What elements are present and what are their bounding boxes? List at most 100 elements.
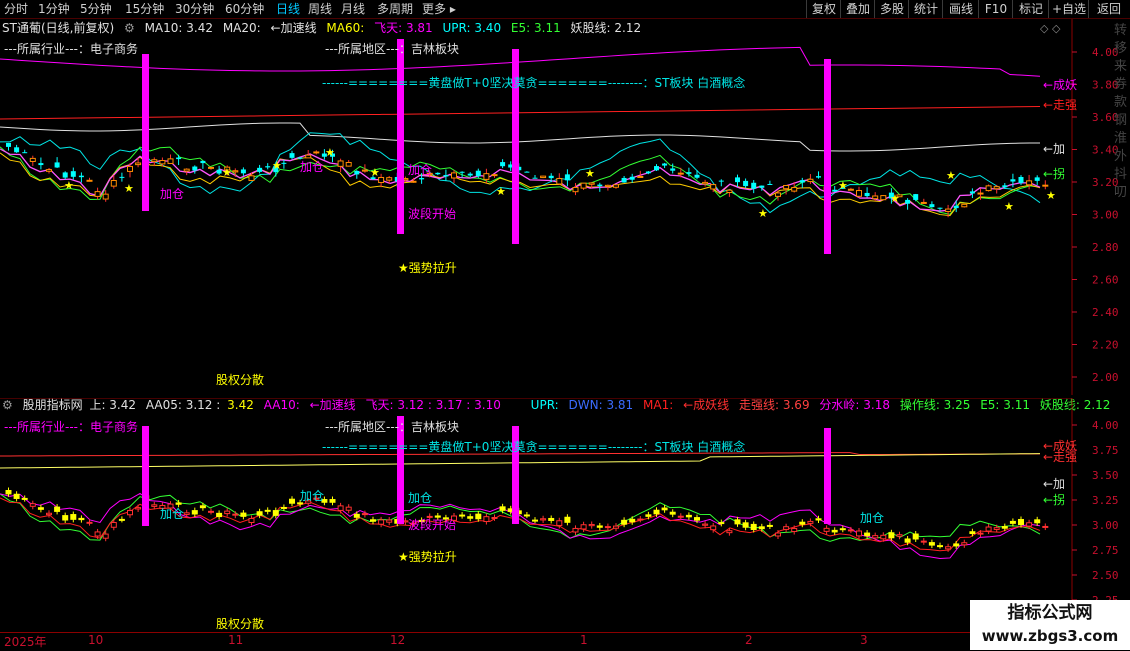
- candle-body-up: [588, 182, 595, 185]
- candle-body-down: [597, 184, 603, 187]
- candle-body-up: [483, 173, 490, 180]
- sub-candle-body: [669, 511, 676, 515]
- sub-candle-body: [459, 514, 466, 517]
- candle-body-up: [159, 160, 166, 165]
- sub-candle-body: [248, 517, 255, 523]
- sub-candle-body: [86, 521, 93, 524]
- sub-boduan-label: 波段开始: [408, 518, 457, 532]
- sub-candle-body: [710, 525, 717, 531]
- jiacang-label-2: 加仓: [300, 160, 325, 174]
- period-tab-15min[interactable]: 15分钟: [125, 2, 164, 16]
- yaxis-label: 3.00: [1092, 209, 1119, 222]
- sub-candle-body: [483, 516, 490, 523]
- upr-line: [0, 132, 1041, 214]
- candle-body-up: [94, 191, 101, 197]
- candle-body-down: [14, 147, 20, 153]
- candle-body-down: [718, 180, 724, 182]
- sub-candle-body: [1009, 520, 1016, 524]
- jiacang-label: 加仓: [160, 187, 185, 201]
- sub-candle-body: [653, 509, 660, 515]
- watermark-url: www.zbgs3.com: [981, 627, 1119, 645]
- candle-body-down: [832, 189, 838, 192]
- candle-body-down: [216, 169, 222, 174]
- statistics-button[interactable]: 统计: [908, 0, 943, 18]
- sub-candle-body: [191, 510, 198, 515]
- candle-body-down: [22, 152, 28, 154]
- period-tab-5min[interactable]: 5分钟: [80, 2, 112, 16]
- candle-body-down: [735, 177, 740, 183]
- sub-candle-body: [823, 527, 830, 532]
- candle-body-down: [524, 171, 530, 173]
- multi-stock-button[interactable]: 多股: [874, 0, 909, 18]
- period-tab-60min[interactable]: 60分钟: [225, 2, 264, 16]
- zouqiang-line-label: ←走强: [1043, 98, 1078, 112]
- period-tab-daily[interactable]: 日线: [276, 2, 300, 16]
- back-button[interactable]: 返回: [1088, 0, 1129, 18]
- e5-line: [0, 146, 1041, 215]
- add-watchlist-button[interactable]: +自选: [1048, 0, 1089, 18]
- fuquan-button[interactable]: 复权: [806, 0, 841, 18]
- candle-body-down: [937, 207, 943, 209]
- candle-body-up: [248, 175, 255, 182]
- period-tab-monthly[interactable]: 月线: [341, 2, 365, 16]
- sub-candle-body: [102, 533, 109, 539]
- star-signal-icon: ★: [272, 159, 282, 172]
- candle-body-down: [694, 174, 700, 178]
- star-signal-icon: ★: [496, 185, 506, 198]
- guquan-label: 股权分散: [216, 373, 265, 387]
- sub-candle-body: [21, 497, 28, 500]
- candle-body-down: [281, 162, 287, 164]
- sub-candle-body: [637, 518, 644, 521]
- period-tab-1min[interactable]: 1分钟: [38, 2, 70, 16]
- sub-candle-body: [289, 498, 295, 504]
- sub-qiangshi-label: ★强势拉升: [398, 550, 457, 564]
- candle-body-up: [556, 177, 563, 185]
- period-tab-fenshi[interactable]: 分时: [4, 2, 28, 16]
- sub-candle-body: [864, 532, 871, 537]
- period-tab-multi[interactable]: 多周期: [377, 2, 413, 16]
- yaxis-label: 2.50: [1092, 569, 1119, 582]
- sub-candle-body: [629, 518, 636, 523]
- magenta-marker-bar: [824, 59, 831, 254]
- sub-candle-body: [62, 515, 69, 521]
- candle-body-up: [1026, 180, 1033, 186]
- candle-body-up: [361, 169, 368, 172]
- sub-candle-body: [475, 513, 482, 520]
- overlay-button[interactable]: 叠加: [840, 0, 875, 18]
- industry-label: ---所属行业---：电子商务: [4, 42, 138, 56]
- f10-button[interactable]: F10: [978, 0, 1013, 18]
- candle-body-up: [637, 175, 644, 178]
- sub-candle-body: [888, 532, 895, 539]
- sub-candle-body: [353, 513, 360, 518]
- sub-candle-body: [839, 528, 846, 531]
- sub-yaxis-ticks: 4.003.753.503.253.002.752.502.25: [1072, 419, 1119, 607]
- sub-jiacang-label-3: 加仓: [408, 491, 433, 505]
- period-tab-more[interactable]: 更多 ▸: [422, 2, 456, 16]
- candle-body-up: [102, 193, 109, 200]
- sub-candle-body: [758, 526, 765, 530]
- sub-candle-body: [208, 510, 214, 513]
- sub-candle-body: [937, 545, 943, 548]
- sub-candle-body: [70, 514, 77, 520]
- candle-body-up: [783, 184, 790, 190]
- sub-industry-label: ---所属行业---：电子商务: [4, 420, 138, 434]
- period-tab-30min[interactable]: 30分钟: [175, 2, 214, 16]
- candle-body-up: [961, 203, 968, 208]
- mark-button[interactable]: 标记: [1012, 0, 1049, 18]
- sub-candle-body: [491, 516, 498, 519]
- draw-line-button[interactable]: 画线: [942, 0, 979, 18]
- candle-body-down: [265, 166, 271, 168]
- candle-body-down: [548, 175, 554, 179]
- sub-candle-body: [977, 532, 984, 535]
- sub-candle-body: [572, 527, 579, 533]
- ma10-line: [0, 148, 1041, 212]
- sub-candle-body: [224, 510, 231, 515]
- sub-candle-body: [151, 504, 158, 507]
- period-tab-weekly[interactable]: 周线: [308, 2, 332, 16]
- candle-body-down: [686, 172, 692, 174]
- sub-jiacang-label: 加仓: [160, 507, 185, 521]
- star-signal-icon: ★: [758, 207, 768, 220]
- main-magenta-markers: [142, 39, 831, 254]
- candle-body-up: [232, 170, 239, 173]
- sub-candle-body: [386, 519, 393, 523]
